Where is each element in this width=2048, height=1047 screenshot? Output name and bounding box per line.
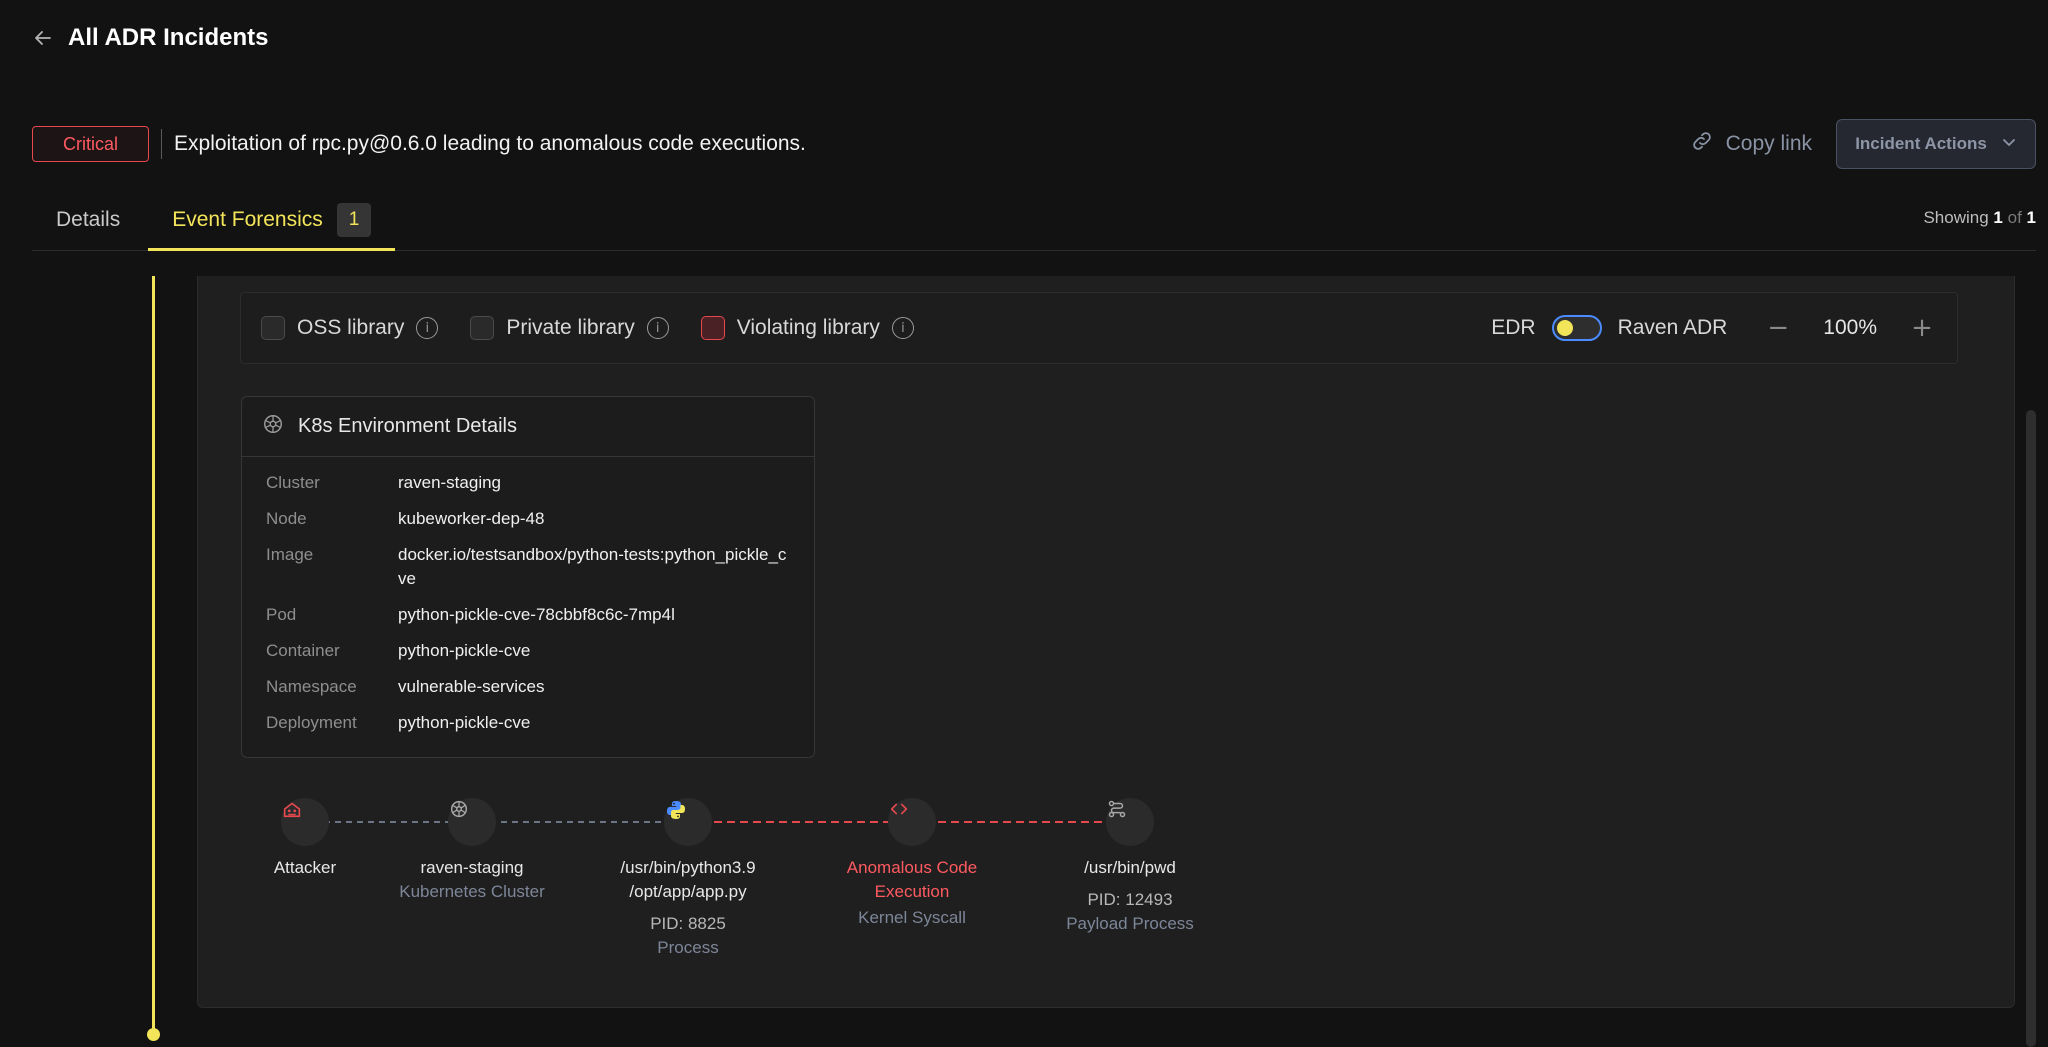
k8s-detail-row: Cluster raven-staging	[266, 471, 790, 495]
private-checkbox[interactable]	[470, 316, 495, 340]
payload-type: Payload Process	[1066, 914, 1194, 933]
timeline-dot	[147, 1028, 160, 1041]
oss-label: OSS library	[297, 316, 405, 339]
filter-bar: OSS library i Private library i Violatin…	[240, 292, 1958, 364]
syscall-type: Kernel Syscall	[858, 908, 966, 927]
attack-flow-graph: Attacker raven-staging Kubernetes Cluste…	[198, 796, 1198, 996]
k8s-detail-key: Pod	[266, 605, 297, 624]
cluster-label: raven-staging Kubernetes Cluster	[372, 856, 572, 904]
incident-actions-label: Incident Actions	[1855, 134, 1987, 153]
syscall-node[interactable]	[888, 798, 936, 846]
info-icon[interactable]: i	[416, 317, 439, 339]
process-path: /usr/bin/python3.9	[620, 858, 756, 877]
k8s-detail-key: Deployment	[266, 713, 357, 732]
process-label: /usr/bin/python3.9 /opt/app/app.py PID: …	[588, 856, 788, 960]
event-panel: OSS library i Private library i Violatin…	[197, 276, 2015, 1008]
k8s-detail-value: python-pickle-cve	[398, 713, 531, 732]
k8s-detail-value: python-pickle-cve	[398, 641, 531, 660]
violating-checkbox[interactable]	[700, 316, 725, 340]
k8s-detail-row: Deployment python-pickle-cve	[266, 711, 790, 735]
filter-violating-library[interactable]: Violating library i	[700, 316, 914, 340]
raven-adr-label: Raven ADR	[1617, 316, 1728, 339]
k8s-card-title: K8s Environment Details	[298, 415, 517, 437]
showing-prefix: Showing	[1923, 208, 1989, 227]
payload-path: /usr/bin/pwd	[1084, 858, 1176, 877]
scrollbar[interactable]	[2026, 410, 2036, 1047]
info-icon[interactable]: i	[646, 317, 669, 339]
syscall-label: Anomalous Code Execution Kernel Syscall	[812, 856, 1012, 930]
k8s-detail-row: Container python-pickle-cve	[266, 639, 790, 663]
k8s-detail-key: Cluster	[266, 473, 320, 492]
private-label: Private library	[506, 316, 635, 339]
incident-header: Critical Exploitation of rpc.py@0.6.0 le…	[32, 118, 2036, 170]
payload-pid: PID: 12493	[1087, 890, 1173, 909]
zoom-level: 100%	[1823, 316, 1877, 339]
chevron-down-icon	[2001, 134, 2017, 155]
k8s-detail-row: Pod python-pickle-cve-78cbbf8c6c-7mp4l	[266, 603, 790, 627]
process-pid: PID: 8825	[650, 914, 726, 933]
k8s-details-list: Cluster raven-staging Node kubeworker-dep-4…	[242, 457, 814, 735]
view-controls: EDR Raven ADR − 100% +	[1491, 313, 1937, 343]
k8s-detail-key: Node	[266, 509, 307, 528]
showing-total: 1	[2026, 208, 2036, 227]
tab-count-badge: 1	[336, 202, 372, 237]
top-bar: All ADR Incidents	[32, 22, 268, 54]
back-arrow-icon[interactable]	[32, 27, 54, 49]
attacker-node[interactable]	[281, 798, 329, 846]
payload-node[interactable]	[1106, 798, 1154, 846]
tab-details[interactable]: Details	[32, 189, 144, 250]
copy-link-label: Copy link	[1725, 132, 1812, 155]
k8s-detail-value: raven-staging	[398, 473, 502, 492]
cluster-node[interactable]	[448, 798, 496, 846]
cluster-name: raven-staging	[420, 858, 524, 877]
divider	[161, 129, 163, 159]
kubernetes-icon	[262, 413, 284, 441]
zoom-in-button[interactable]: +	[1907, 313, 1937, 343]
copy-link-button[interactable]: Copy link	[1690, 129, 1812, 159]
syscall-name-line1: Anomalous Code	[846, 858, 978, 877]
tab-event-forensics[interactable]: Event Forensics 1	[148, 189, 396, 251]
k8s-detail-row: Image docker.io/testsandbox/python-tests:…	[266, 543, 790, 591]
process-script: /opt/app/app.py	[629, 882, 747, 901]
k8s-detail-row: Namespace vulnerable-services	[266, 675, 790, 699]
k8s-detail-key: Image	[266, 545, 314, 564]
incident-title: Exploitation of rpc.py@0.6.0 leading to …	[174, 132, 806, 155]
incident-actions-button[interactable]: Incident Actions	[1836, 119, 2036, 169]
k8s-details-card: K8s Environment Details Cluster raven-sta…	[241, 396, 815, 758]
oss-checkbox[interactable]	[261, 316, 285, 340]
tab-bar: Details Event Forensics 1 Showing 1 of 1	[32, 190, 2036, 251]
tab-details-label: Details	[56, 207, 121, 231]
cluster-type: Kubernetes Cluster	[399, 882, 545, 901]
pagination-status: Showing 1 of 1	[1923, 208, 2036, 228]
severity-badge: Critical	[32, 126, 150, 162]
zoom-out-button[interactable]: −	[1763, 313, 1793, 343]
showing-current: 1	[1993, 208, 2003, 227]
filter-oss-library[interactable]: OSS library i	[261, 316, 439, 340]
k8s-detail-value: kubeworker-dep-48	[398, 509, 545, 528]
filter-private-library[interactable]: Private library i	[470, 316, 669, 340]
edr-adr-toggle[interactable]	[1551, 315, 1602, 341]
link-icon	[1690, 129, 1714, 159]
page-title: All ADR Incidents	[68, 24, 269, 51]
showing-of: of	[2007, 208, 2022, 227]
k8s-card-header: K8s Environment Details	[242, 397, 814, 457]
tab-event-forensics-label: Event Forensics	[172, 207, 323, 231]
k8s-detail-key: Namespace	[266, 677, 357, 696]
syscall-name-line2: Execution	[874, 882, 950, 901]
info-icon[interactable]: i	[891, 317, 914, 339]
edr-label: EDR	[1491, 316, 1536, 339]
timeline-line	[152, 276, 155, 1034]
toggle-knob	[1556, 320, 1573, 336]
k8s-detail-value: docker.io/testsandbox/python-tests:pytho…	[398, 545, 787, 588]
k8s-detail-value: vulnerable-services	[398, 677, 545, 696]
violating-label: Violating library	[736, 316, 880, 339]
k8s-detail-key: Container	[266, 641, 340, 660]
payload-label: /usr/bin/pwd PID: 12493 Payload Process	[1030, 856, 1230, 936]
process-type: Process	[657, 938, 719, 957]
k8s-detail-row: Node kubeworker-dep-48	[266, 507, 790, 531]
process-node[interactable]	[664, 798, 712, 846]
k8s-detail-value: python-pickle-cve-78cbbf8c6c-7mp4l	[398, 605, 675, 624]
